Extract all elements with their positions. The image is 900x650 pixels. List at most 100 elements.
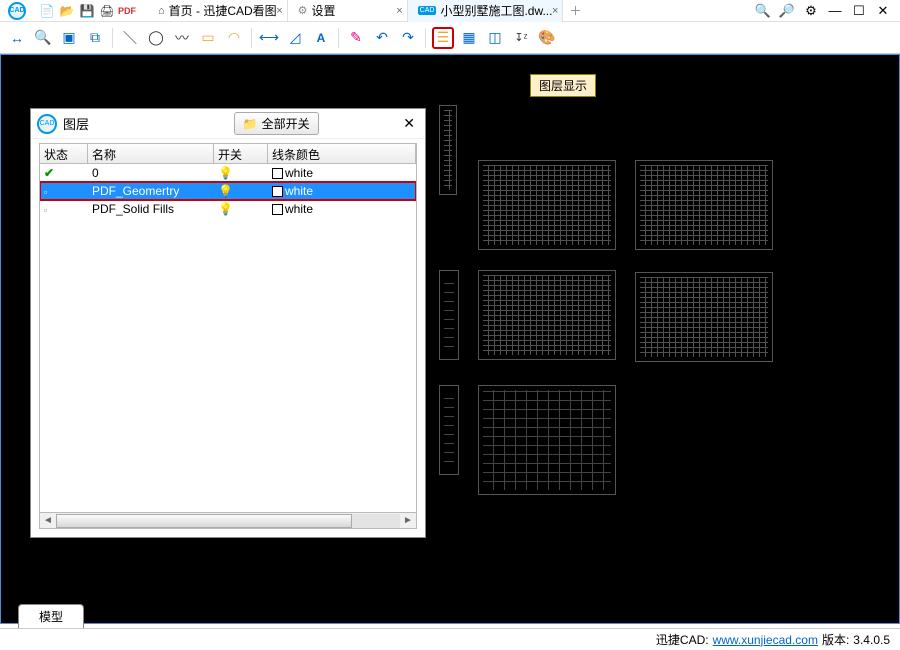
drawing-thumbnail bbox=[439, 270, 459, 360]
drawing-thumbnail bbox=[635, 160, 773, 250]
header-color[interactable]: 线条颜色 bbox=[268, 144, 416, 163]
layers-table: 状态 名称 开关 线条颜色 ✔ 0 💡 white ▫ PDF_Geomertr… bbox=[39, 143, 417, 529]
layer-name: 0 bbox=[88, 165, 214, 181]
status-version: 3.4.0.5 bbox=[853, 633, 890, 647]
layer-off-icon: ▫ bbox=[44, 187, 47, 197]
lightbulb-icon[interactable]: 💡 bbox=[218, 184, 233, 198]
color-swatch[interactable] bbox=[272, 168, 283, 179]
tab-home[interactable]: ⌂ 首页 - 迅捷CAD看图 × bbox=[148, 0, 288, 22]
add-tab-button[interactable]: ＋ bbox=[563, 0, 587, 22]
open-file-icon[interactable]: 📂 bbox=[58, 2, 76, 20]
drawing-thumbnail bbox=[478, 160, 616, 250]
undo-icon[interactable]: ↶ bbox=[371, 27, 393, 49]
tab-settings[interactable]: ⚙ 设置 × bbox=[288, 0, 408, 22]
status-url-link[interactable]: www.xunjiecad.com bbox=[713, 633, 818, 647]
erase-icon[interactable]: ✎ bbox=[345, 27, 367, 49]
layer-row[interactable]: ✔ 0 💡 white bbox=[40, 164, 416, 182]
drawing-thumbnail bbox=[439, 385, 459, 475]
status-bar: 迅捷CAD: www.xunjiecad.com 版本: 3.4.0.5 bbox=[0, 628, 900, 650]
drawing-thumbnail bbox=[478, 270, 616, 360]
horizontal-scrollbar[interactable]: ◄ ► bbox=[40, 512, 416, 528]
layer-color: white bbox=[285, 184, 313, 198]
polyline-icon[interactable]: 〰 bbox=[171, 27, 193, 49]
current-layer-icon: ✔ bbox=[44, 166, 54, 180]
toggle-all-label: 全部开关 bbox=[262, 115, 310, 132]
model-tab[interactable]: 模型 bbox=[18, 604, 84, 628]
dialog-title: 图层 bbox=[63, 114, 144, 133]
cad-file-icon: CAD bbox=[418, 6, 437, 15]
status-product: 迅捷CAD: bbox=[656, 631, 709, 648]
layers-tooltip: 图层显示 bbox=[530, 74, 596, 97]
color-swatch[interactable] bbox=[272, 186, 283, 197]
zoom-extents-icon[interactable]: ▣ bbox=[58, 27, 80, 49]
header-name[interactable]: 名称 bbox=[88, 144, 214, 163]
arc-icon[interactable]: ◠ bbox=[223, 27, 245, 49]
layers-button[interactable]: ☰ bbox=[432, 27, 454, 49]
tab-file-label: 小型别墅施工图.dw... bbox=[440, 2, 552, 19]
layers-dialog: CAD 图层 📁 全部开关 ✕ 状态 名称 开关 线条颜色 ✔ 0 💡 whit… bbox=[30, 108, 426, 538]
zoom-in-icon[interactable]: 🔍 bbox=[754, 2, 772, 20]
settings-gear-icon[interactable]: ⚙ bbox=[802, 2, 820, 20]
sort-icon[interactable]: ↧ᶻ bbox=[510, 27, 532, 49]
redo-icon[interactable]: ↷ bbox=[397, 27, 419, 49]
drawing-thumbnail bbox=[439, 105, 457, 195]
close-window-button[interactable]: ✕ bbox=[874, 2, 892, 20]
header-on[interactable]: 开关 bbox=[214, 144, 268, 163]
main-toolbar: ↔ 🔍 ▣ ⧉ ＼ ◯ 〰 ▭ ◠ ⟷ ◿ A ✎ ↶ ↷ ☰ ▦ ◫ ↧ᶻ 🎨 bbox=[0, 22, 900, 54]
zoom-window-icon[interactable]: 🔍 bbox=[32, 27, 54, 49]
home-icon: ⌂ bbox=[158, 5, 165, 17]
lightbulb-icon[interactable]: 💡 bbox=[218, 166, 233, 180]
gear-icon: ⚙ bbox=[298, 4, 308, 17]
drawing-thumbnail bbox=[635, 272, 773, 362]
close-icon[interactable]: × bbox=[276, 5, 282, 17]
layer-row[interactable]: ▫ PDF_Geomertry 💡 white bbox=[40, 182, 416, 200]
drawing-thumbnail bbox=[478, 385, 616, 495]
close-icon[interactable]: × bbox=[552, 5, 558, 17]
dialog-close-button[interactable]: ✕ bbox=[399, 115, 419, 132]
scroll-left-icon[interactable]: ◄ bbox=[40, 515, 56, 526]
block-icon[interactable]: ▦ bbox=[458, 27, 480, 49]
scrollbar-thumb[interactable] bbox=[56, 514, 352, 528]
rectangle-icon[interactable]: ▭ bbox=[197, 27, 219, 49]
quick-access-toolbar: 📄 📂 💾 🖨 PDF bbox=[34, 2, 140, 20]
tab-home-label: 首页 - 迅捷CAD看图 bbox=[169, 2, 277, 19]
dialog-titlebar[interactable]: CAD 图层 📁 全部开关 ✕ bbox=[31, 109, 425, 139]
window-controls: 🔍 🔎 ⚙ — ☐ ✕ bbox=[746, 2, 900, 20]
layer-color: white bbox=[285, 202, 313, 216]
layer-row[interactable]: ▫ PDF_Solid Fills 💡 white bbox=[40, 200, 416, 218]
app-icon: CAD bbox=[0, 0, 34, 22]
tab-settings-label: 设置 bbox=[312, 2, 336, 19]
bottom-tab-bar: 模型 bbox=[0, 604, 900, 628]
dimension-icon[interactable]: ⟷ bbox=[258, 27, 280, 49]
minimize-button[interactable]: — bbox=[826, 2, 844, 20]
color-swatch[interactable] bbox=[272, 204, 283, 215]
toggle-all-button[interactable]: 📁 全部开关 bbox=[234, 112, 319, 135]
tab-file[interactable]: CAD 小型别墅施工图.dw... × bbox=[408, 0, 564, 22]
table-body: ✔ 0 💡 white ▫ PDF_Geomertry 💡 white ▫ PD… bbox=[40, 164, 416, 512]
scroll-right-icon[interactable]: ► bbox=[400, 515, 416, 526]
line-icon[interactable]: ＼ bbox=[119, 27, 141, 49]
export-pdf-icon[interactable]: PDF bbox=[118, 2, 136, 20]
layer-color: white bbox=[285, 166, 313, 180]
folder-icon: 📁 bbox=[243, 117, 258, 131]
cube-icon[interactable]: ◫ bbox=[484, 27, 506, 49]
zoom-region-icon[interactable]: ⧉ bbox=[84, 27, 106, 49]
close-icon[interactable]: × bbox=[396, 5, 402, 17]
status-version-label: 版本: bbox=[822, 631, 849, 648]
lightbulb-icon[interactable]: 💡 bbox=[218, 202, 233, 216]
angle-icon[interactable]: ◿ bbox=[284, 27, 306, 49]
print-icon[interactable]: 🖨 bbox=[98, 2, 116, 20]
save-icon[interactable]: 💾 bbox=[78, 2, 96, 20]
cursor-icon[interactable]: ↔ bbox=[6, 27, 28, 49]
text-icon[interactable]: A bbox=[310, 27, 332, 49]
zoom-out-icon[interactable]: 🔎 bbox=[778, 2, 796, 20]
header-state[interactable]: 状态 bbox=[40, 144, 88, 163]
table-header: 状态 名称 开关 线条颜色 bbox=[40, 144, 416, 164]
circle-icon[interactable]: ◯ bbox=[145, 27, 167, 49]
color-wheel-icon[interactable]: 🎨 bbox=[536, 27, 558, 49]
layer-name: PDF_Solid Fills bbox=[88, 201, 214, 217]
tab-bar: ⌂ 首页 - 迅捷CAD看图 × ⚙ 设置 × CAD 小型别墅施工图.dw..… bbox=[148, 0, 746, 22]
new-file-icon[interactable]: 📄 bbox=[38, 2, 56, 20]
title-bar: CAD 📄 📂 💾 🖨 PDF ⌂ 首页 - 迅捷CAD看图 × ⚙ 设置 × … bbox=[0, 0, 900, 22]
maximize-button[interactable]: ☐ bbox=[850, 2, 868, 20]
